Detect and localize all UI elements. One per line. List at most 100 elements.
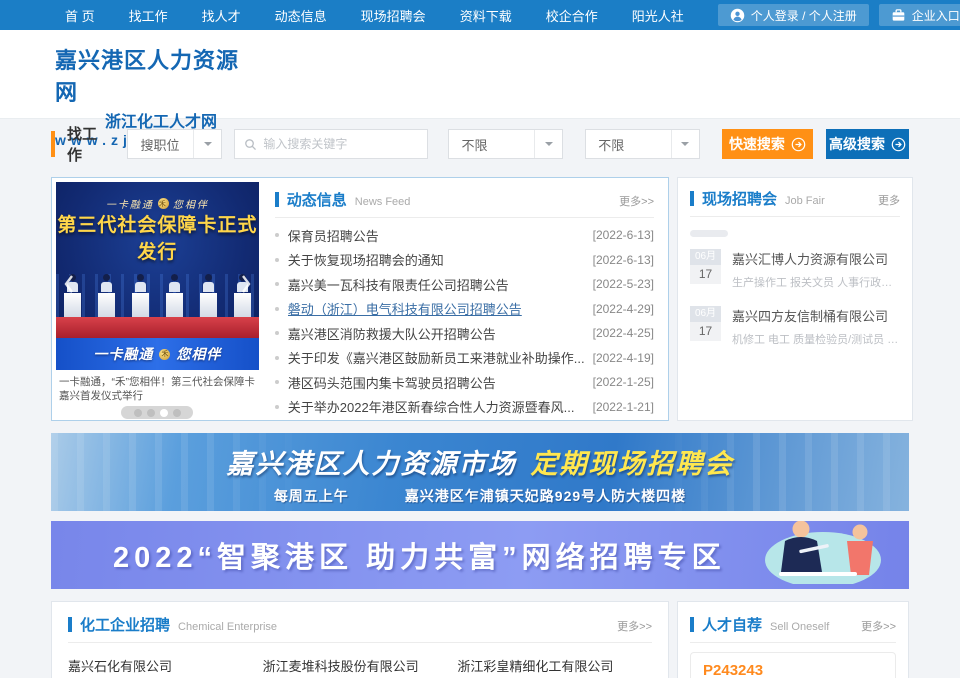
blue-accent-bar <box>68 617 72 632</box>
news-item-title[interactable]: 关于举办2022年港区新春综合性人力资源暨春风... <box>288 397 585 416</box>
slide-tagline-right: 您相伴 <box>173 196 209 211</box>
company-name[interactable]: 浙江彩皇精细化工有限公司 <box>457 656 642 675</box>
blue-accent-bar <box>690 191 694 206</box>
talent-card[interactable]: P243243 男 ｜ 嘉兴市→嘉兴港区 ｜ 八年以上 <box>690 652 896 678</box>
news-item-title[interactable]: 保育员招聘公告 <box>288 226 585 245</box>
job-fair-item-body: 嘉兴四方友信制桶有限公司 机修工 电工 质量检验员/测试员 叉车... <box>732 306 900 347</box>
nav-item-news[interactable]: 动态信息 <box>275 6 327 25</box>
banner1-details: 每周五上午 嘉兴港区乍浦镇天妃路929号人防大楼四楼 <box>51 486 909 506</box>
carousel-dot-1[interactable] <box>134 409 142 417</box>
news-item[interactable]: 保育员招聘公告 [2022-6-13] <box>275 223 654 248</box>
bullet-icon <box>275 258 279 262</box>
personal-login-button[interactable]: 个人登录 / 个人注册 <box>718 4 869 26</box>
advanced-search-button[interactable]: 高级搜索 <box>826 129 909 159</box>
bullet-icon <box>275 331 279 335</box>
news-carousel: 一卡融通 禾 您相伴 第三代社会保障卡正式发行 一卡融通 禾 <box>56 182 259 416</box>
carousel-caption[interactable]: 一卡融通，“禾”您相伴！第三代社会保障卡嘉兴首发仪式举行 <box>56 370 259 403</box>
company-card: 浙江彩皇精细化工有限公司 普工（制造科） 营业担当 <box>457 656 652 678</box>
nav-item-job-fair[interactable]: 现场招聘会 <box>361 6 426 25</box>
news-item-date: [2022-1-21] <box>593 400 654 414</box>
banner1-schedule: 每周五上午 <box>274 488 349 504</box>
job-fair-panel: 现场招聘会 Job Fair 更多 06月 17 嘉兴汇博人力资源有限公司 生产… <box>677 177 913 421</box>
site-title: 嘉兴港区人力资源网 <box>55 43 255 107</box>
keyword-search-field <box>234 129 428 159</box>
online-recruitment-banner[interactable]: 2022“智聚港区 助力共富”网络招聘专区 <box>51 521 909 589</box>
briefcase-icon <box>891 8 906 23</box>
news-item-title[interactable]: 磐动（浙江）电气科技有限公司招聘公告 <box>288 299 585 318</box>
news-item-title[interactable]: 关于恢复现场招聘会的通知 <box>288 250 585 269</box>
talent-more-link[interactable]: 更多>> <box>861 618 896 634</box>
news-item-title[interactable]: 关于印发《嘉兴港区鼓励新员工来港就业补助操作... <box>288 348 585 367</box>
news-item-date: [2022-1-25] <box>593 375 654 389</box>
chemical-more-link[interactable]: 更多>> <box>617 618 652 634</box>
news-item[interactable]: 关于印发《嘉兴港区鼓励新员工来港就业补助操作... [2022-4-19] <box>275 346 654 371</box>
nav-item-find-talent[interactable]: 找人才 <box>202 6 241 25</box>
slide-tagline: 一卡融通 禾 您相伴 <box>56 196 259 211</box>
filter-select-2[interactable]: 不限 <box>585 129 700 159</box>
nav-item-school-cooperation[interactable]: 校企合作 <box>546 6 598 25</box>
news-item[interactable]: 港区码头范围内集卡驾驶员招聘公告 [2022-1-25] <box>275 370 654 395</box>
job-fair-company[interactable]: 嘉兴四方友信制桶有限公司 <box>732 306 900 325</box>
stage-person <box>166 274 183 321</box>
company-card: 嘉兴石化有限公司 工艺员 设备管理 门卫（残疾工） <box>68 656 263 678</box>
slide-title: 第三代社会保障卡正式发行 <box>56 210 259 264</box>
news-item[interactable]: 关于举办2022年港区新春综合性人力资源暨春风... [2022-1-21] <box>275 395 654 420</box>
job-fair-item[interactable]: 06月 17 嘉兴四方友信制桶有限公司 机修工 电工 质量检验员/测试员 叉车.… <box>690 306 900 347</box>
job-fair-item[interactable]: 06月 17 嘉兴汇博人力资源有限公司 生产操作工 报关文员 人事行政助理... <box>690 249 900 290</box>
chemical-company-list: 嘉兴石化有限公司 工艺员 设备管理 门卫（残疾工） 浙江麦堆科技股份有限公司 销… <box>68 656 652 678</box>
carousel-dot-4[interactable] <box>173 409 181 417</box>
news-item[interactable]: 嘉兴美一瓦科技有限责任公司招聘公告 [2022-5-23] <box>275 272 654 297</box>
carousel-next-arrow[interactable] <box>237 266 257 302</box>
nav-item-find-job[interactable]: 找工作 <box>129 6 168 25</box>
nav-item-home[interactable]: 首 页 <box>65 6 95 25</box>
quick-search-button[interactable]: 快速搜索 <box>722 129 813 159</box>
talent-id: P243243 <box>703 662 883 678</box>
enterprise-entry-button[interactable]: 企业入口 <box>879 4 960 26</box>
company-name[interactable]: 嘉兴石化有限公司 <box>68 656 253 675</box>
news-item[interactable]: 磐动（浙江）电气科技有限公司招聘公告 [2022-4-29] <box>275 297 654 322</box>
news-more-link[interactable]: 更多>> <box>619 193 654 209</box>
news-feed-subtitle: News Feed <box>355 196 411 208</box>
search-input[interactable] <box>263 137 418 151</box>
filter-select-1[interactable]: 不限 <box>448 129 563 159</box>
nav-item-downloads[interactable]: 资料下载 <box>460 6 512 25</box>
search-icon <box>244 138 257 151</box>
chemical-header: 化工企业招聘 Chemical Enterprise 更多>> <box>68 614 652 643</box>
carousel-news-panel: 一卡融通 禾 您相伴 第三代社会保障卡正式发行 一卡融通 禾 <box>51 177 669 421</box>
news-item-title[interactable]: 港区码头范围内集卡驾驶员招聘公告 <box>288 373 585 392</box>
recruitment-market-banner[interactable]: 嘉兴港区人力资源市场定期现场招聘会 每周五上午嘉兴港区乍浦镇天妃路929号人防大… <box>51 433 909 511</box>
banner1-address: 嘉兴港区乍浦镇天妃路929号人防大楼四楼 <box>405 488 686 504</box>
news-item-title[interactable]: 嘉兴港区消防救援大队公开招聘公告 <box>288 324 585 343</box>
carousel-dot-3[interactable] <box>160 409 168 417</box>
news-item-date: [2022-4-29] <box>593 302 654 316</box>
job-fair-more-link[interactable]: 更多 <box>878 192 900 208</box>
job-fair-positions: 生产操作工 报关文员 人事行政助理... <box>732 274 900 290</box>
news-feed-title: 动态信息 <box>287 189 347 210</box>
news-item[interactable]: 关于恢复现场招聘会的通知[2022-6-13] <box>275 248 654 273</box>
slide-tagline-left: 一卡融通 <box>106 196 154 211</box>
bottom-content-row: 化工企业招聘 Chemical Enterprise 更多>> 嘉兴石化有限公司… <box>51 601 909 678</box>
carousel-dot-2[interactable] <box>147 409 155 417</box>
search-category-select[interactable]: 搜职位 <box>127 129 222 159</box>
news-item-title[interactable]: 嘉兴美一瓦科技有限责任公司招聘公告 <box>288 275 585 294</box>
blue-accent-bar <box>275 192 279 207</box>
news-item[interactable]: 嘉兴港区消防救援大队公开招聘公告[2022-4-25] <box>275 321 654 346</box>
news-feed-header: 动态信息 News Feed 更多>> <box>275 189 654 218</box>
news-item-date: [2022-4-19] <box>593 351 654 365</box>
scroll-indicator <box>690 230 728 237</box>
go-circle-icon <box>791 137 806 152</box>
news-item-date: [2022-6-13] <box>593 228 654 242</box>
news-item-date: [2022-5-23] <box>593 277 654 291</box>
stage-people <box>64 274 251 321</box>
arrow-circle-icon <box>891 137 906 152</box>
nav-item-sunshine-hr[interactable]: 阳光人社 <box>632 6 684 25</box>
carousel-prev-arrow[interactable] <box>58 266 78 302</box>
company-name[interactable]: 浙江麦堆科技股份有限公司 <box>263 656 448 675</box>
quick-search-label: 快速搜索 <box>729 134 785 154</box>
carousel-slide[interactable]: 一卡融通 禾 您相伴 第三代社会保障卡正式发行 一卡融通 禾 <box>56 182 259 370</box>
job-fair-company[interactable]: 嘉兴汇博人力资源有限公司 <box>732 249 900 268</box>
event-day: 17 <box>690 322 721 341</box>
talent-title: 人才自荐 <box>702 614 762 635</box>
slide-bottom-banner: 一卡融通 禾 您相伴 <box>56 338 259 370</box>
he-logo-icon: 禾 <box>158 198 169 209</box>
